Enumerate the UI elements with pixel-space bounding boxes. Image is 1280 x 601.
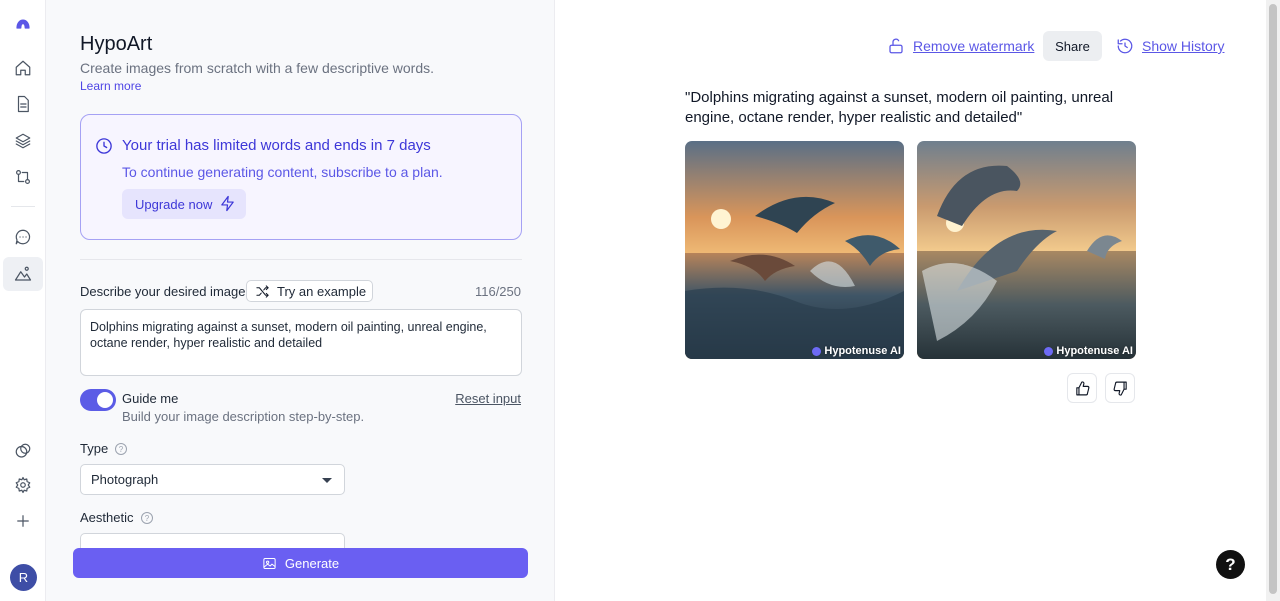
shuffle-icon	[256, 285, 269, 298]
git-compare-icon[interactable]	[8, 162, 38, 192]
image-icon	[263, 557, 276, 569]
caret-down-icon	[322, 478, 332, 483]
generate-label: Generate	[284, 555, 340, 571]
type-label: Type	[80, 441, 109, 456]
image-description-input[interactable]: Dolphins migrating against a sunset, mod…	[80, 309, 522, 376]
rail-divider	[11, 206, 35, 207]
section-divider	[80, 259, 522, 260]
trial-text: To continue generating content, subscrib…	[122, 164, 443, 180]
description-label: Describe your desired image	[80, 284, 246, 299]
help-icon[interactable]: ?	[115, 443, 127, 455]
guide-me-toggle[interactable]	[80, 389, 116, 411]
chat-icon[interactable]	[8, 222, 38, 252]
guide-me-title: Guide me	[122, 391, 179, 406]
document-icon[interactable]	[8, 89, 38, 119]
type-select[interactable]: Photograph	[80, 464, 345, 495]
watermark: Hypotenuse AI	[1044, 345, 1133, 357]
integrations-icon[interactable]	[8, 436, 38, 466]
thumbs-down-icon	[1113, 381, 1127, 396]
lightning-icon	[221, 195, 234, 212]
show-history-link[interactable]: Show History	[1142, 38, 1224, 54]
upgrade-now-button[interactable]: Upgrade now	[122, 189, 246, 219]
scrollbar-thumb[interactable]	[1269, 4, 1277, 594]
try-example-label: Try an example	[277, 283, 367, 299]
page-subtitle: Create images from scratch with a few de…	[80, 60, 435, 76]
logo-icon[interactable]	[8, 7, 38, 37]
unlock-icon	[887, 37, 905, 55]
help-chat-button[interactable]: ?	[1216, 550, 1245, 579]
layers-icon[interactable]	[8, 126, 38, 156]
reset-input-link[interactable]: Reset input	[455, 391, 521, 406]
share-button[interactable]: Share	[1043, 31, 1102, 61]
thumbs-up-icon	[1075, 380, 1089, 395]
character-count: 116/250	[474, 284, 521, 299]
generate-button[interactable]: Generate	[73, 548, 528, 578]
plus-icon[interactable]	[8, 506, 38, 536]
trial-notice: Your trial has limited words and ends in…	[80, 114, 522, 240]
result-image[interactable]: Hypotenuse AI	[917, 141, 1136, 359]
generated-prompt: "Dolphins migrating against a sunset, mo…	[685, 89, 1114, 126]
settings-icon[interactable]	[8, 470, 38, 500]
type-select-value: Photograph	[91, 472, 159, 487]
toggle-knob	[97, 392, 113, 408]
help-icon[interactable]: ?	[141, 512, 153, 524]
dolphin-image	[917, 141, 1136, 359]
scrollbar[interactable]	[1266, 0, 1280, 601]
guide-me-subtitle: Build your image description step-by-ste…	[122, 409, 365, 424]
remove-watermark-link[interactable]: Remove watermark	[913, 38, 1034, 54]
learn-more-link[interactable]: Learn more	[80, 79, 141, 93]
thumbs-up-button[interactable]	[1067, 373, 1097, 403]
icon-rail: R	[0, 0, 46, 601]
watermark: Hypotenuse AI	[812, 345, 901, 357]
try-example-button[interactable]: Try an example	[246, 280, 373, 302]
generator-panel: HypoArt Create images from scratch with …	[46, 0, 555, 601]
trial-title: Your trial has limited words and ends in…	[122, 137, 431, 154]
dolphin-image	[685, 141, 904, 359]
history-icon	[1116, 37, 1134, 55]
watermark-text: Hypotenuse AI	[824, 345, 901, 357]
clock-icon	[95, 137, 113, 155]
upgrade-now-label: Upgrade now	[135, 196, 213, 212]
image-mountain-icon[interactable]	[3, 257, 43, 291]
watermark-text: Hypotenuse AI	[1056, 345, 1133, 357]
result-image[interactable]: Hypotenuse AI	[685, 141, 904, 359]
thumbs-down-button[interactable]	[1105, 373, 1135, 403]
home-icon[interactable]	[8, 53, 38, 83]
avatar[interactable]: R	[10, 564, 37, 591]
aesthetic-label: Aesthetic	[80, 510, 134, 525]
page-title: HypoArt	[80, 33, 153, 55]
